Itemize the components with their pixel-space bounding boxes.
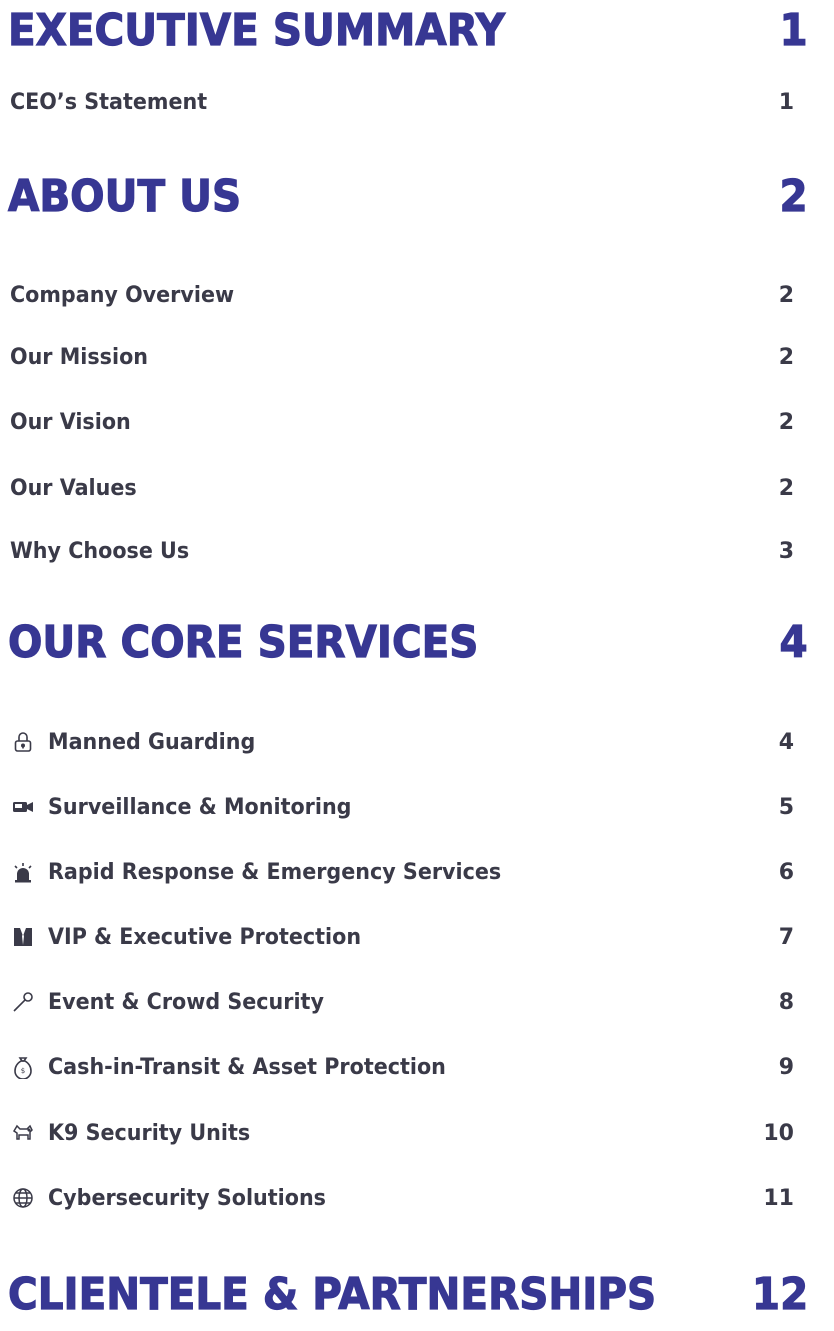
- toc-entry-page: 2: [778, 282, 794, 308]
- toc-entry-page: 2: [778, 344, 794, 370]
- toc-entry-label: Our Values: [10, 475, 137, 501]
- section-page-number: 12: [751, 1269, 808, 1320]
- toc-entry-page: 10: [763, 1120, 794, 1146]
- toc-entry-ceo-statement[interactable]: CEO’s Statement 1: [10, 87, 794, 117]
- toc-entry-company-overview[interactable]: Company Overview 2: [10, 280, 794, 310]
- section-page-number: 2: [779, 171, 808, 222]
- section-title: CLIENTELE & PARTNERSHIPS: [7, 1269, 657, 1320]
- toc-entry-page: 8: [778, 989, 794, 1015]
- table-of-contents: EXECUTIVE SUMMARY 1 CEO’s Statement 1 AB…: [0, 0, 834, 1331]
- toc-entry-label: Why Choose Us: [10, 538, 190, 564]
- toc-entry-vip-protection[interactable]: VIP & Executive Protection 7: [10, 922, 794, 952]
- toc-entry-label: Company Overview: [10, 282, 235, 308]
- toc-entry-manned-guarding[interactable]: Manned Guarding 4: [10, 727, 794, 757]
- section-heading-core-services[interactable]: OUR CORE SERVICES 4: [7, 617, 808, 668]
- toc-entry-label: Surveillance & Monitoring: [48, 794, 352, 820]
- toc-entry-page: 6: [778, 859, 794, 885]
- toc-entry-label: VIP & Executive Protection: [48, 924, 362, 950]
- padlock-icon: [10, 729, 36, 755]
- section-heading-about-us[interactable]: ABOUT US 2: [7, 171, 808, 222]
- suit-icon: [10, 924, 36, 950]
- section-title: OUR CORE SERVICES: [7, 617, 479, 668]
- toc-entry-our-values[interactable]: Our Values 2: [10, 473, 794, 503]
- toc-entry-page: 9: [778, 1054, 794, 1080]
- svg-text:$: $: [21, 1067, 25, 1075]
- toc-entry-page: 1: [778, 89, 794, 115]
- toc-entry-page: 2: [778, 409, 794, 435]
- toc-entry-label: Manned Guarding: [48, 729, 256, 755]
- toc-entry-page: 2: [778, 475, 794, 501]
- toc-entry-page: 7: [778, 924, 794, 950]
- toc-entry-cash-in-transit[interactable]: $ Cash-in-Transit & Asset Protection 9: [10, 1052, 794, 1082]
- dog-icon: [10, 1120, 36, 1146]
- toc-entry-label: Event & Crowd Security: [48, 989, 324, 1015]
- toc-entry-page: 11: [763, 1185, 794, 1211]
- section-page-number: 1: [779, 5, 808, 56]
- toc-entry-page: 4: [778, 729, 794, 755]
- section-title: ABOUT US: [7, 171, 242, 222]
- toc-entry-our-vision[interactable]: Our Vision 2: [10, 407, 794, 437]
- toc-entry-page: 3: [778, 538, 794, 564]
- globe-icon: [10, 1185, 36, 1211]
- video-camera-icon: [10, 794, 36, 820]
- toc-entry-label: Cash-in-Transit & Asset Protection: [48, 1054, 446, 1080]
- section-heading-clientele[interactable]: CLIENTELE & PARTNERSHIPS 12: [7, 1269, 808, 1320]
- section-page-number: 4: [779, 617, 808, 668]
- toc-entry-page: 5: [778, 794, 794, 820]
- toc-entry-rapid-response[interactable]: Rapid Response & Emergency Services 6: [10, 857, 794, 887]
- toc-entry-label: CEO’s Statement: [10, 89, 208, 115]
- toc-entry-label: Our Mission: [10, 344, 149, 370]
- toc-entry-label: Rapid Response & Emergency Services: [48, 859, 502, 885]
- microphone-icon: [10, 989, 36, 1015]
- toc-entry-surveillance-monitoring[interactable]: Surveillance & Monitoring 5: [10, 792, 794, 822]
- toc-entry-our-mission[interactable]: Our Mission 2: [10, 342, 794, 372]
- toc-entry-k9-units[interactable]: K9 Security Units 10: [10, 1118, 794, 1148]
- toc-entry-event-crowd-security[interactable]: Event & Crowd Security 8: [10, 987, 794, 1017]
- section-title: EXECUTIVE SUMMARY: [7, 5, 506, 56]
- section-heading-executive-summary[interactable]: EXECUTIVE SUMMARY 1: [7, 5, 808, 56]
- toc-entry-cybersecurity[interactable]: Cybersecurity Solutions 11: [10, 1183, 794, 1213]
- toc-entry-label: K9 Security Units: [48, 1120, 251, 1146]
- toc-entry-why-choose-us[interactable]: Why Choose Us 3: [10, 536, 794, 566]
- money-bag-icon: $: [10, 1054, 36, 1080]
- siren-icon: [10, 859, 36, 885]
- toc-entry-label: Our Vision: [10, 409, 131, 435]
- toc-entry-label: Cybersecurity Solutions: [48, 1185, 326, 1211]
